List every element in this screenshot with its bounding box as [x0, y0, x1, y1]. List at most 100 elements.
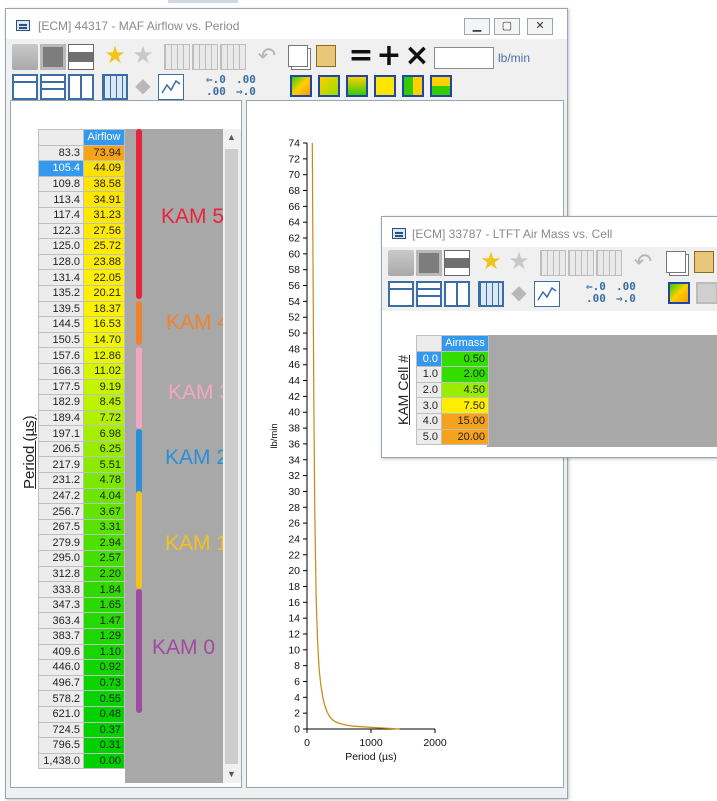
- multiply-icon[interactable]: ×: [404, 41, 430, 71]
- grid-icon-3[interactable]: [596, 250, 622, 276]
- color-scheme-icon-5[interactable]: [402, 75, 424, 97]
- scroll-down-arrow-icon[interactable]: ▼: [224, 767, 239, 782]
- airflow-cell[interactable]: 5.51: [83, 456, 125, 474]
- close-button[interactable]: ✕: [527, 18, 553, 35]
- period-cell[interactable]: 125.0: [38, 238, 84, 255]
- graph-view-icon[interactable]: [534, 281, 560, 307]
- paste-icon[interactable]: [316, 45, 336, 67]
- open-folder-icon[interactable]: [388, 250, 414, 276]
- ltft-title-bar[interactable]: [ECM] 33787 - LTFT Air Mass vs. Cell: [382, 217, 717, 247]
- period-cell[interactable]: 157.6: [38, 347, 84, 364]
- period-cell[interactable]: 105.4: [38, 160, 84, 177]
- kam-cell-index[interactable]: 2.0: [416, 381, 442, 399]
- remove-favorite-star-icon[interactable]: ★: [506, 249, 532, 275]
- period-cell[interactable]: 144.5: [38, 316, 84, 333]
- paste-icon[interactable]: [694, 251, 714, 273]
- add-favorite-star-icon[interactable]: ★: [478, 249, 504, 275]
- table-scrollbar[interactable]: ▲ ▼: [223, 129, 241, 783]
- period-cell[interactable]: 409.6: [38, 643, 84, 661]
- period-cell[interactable]: 312.8: [38, 565, 84, 583]
- scroll-up-arrow-icon[interactable]: ▲: [224, 130, 239, 145]
- airflow-cell[interactable]: 73.94: [83, 144, 125, 162]
- kam-cell-index[interactable]: 3.0: [416, 397, 442, 414]
- period-cell[interactable]: 1,438.0: [38, 752, 84, 770]
- period-cell[interactable]: 383.7: [38, 628, 84, 645]
- airflow-cell[interactable]: 0.55: [83, 690, 125, 707]
- remove-favorite-star-icon[interactable]: ★: [130, 43, 156, 69]
- undo-icon[interactable]: ↶: [630, 249, 656, 275]
- graph-view-icon[interactable]: [158, 74, 184, 100]
- grid-icon-3[interactable]: [220, 44, 246, 70]
- airflow-cell[interactable]: 2.94: [83, 534, 125, 552]
- airflow-cell[interactable]: 0.48: [83, 705, 125, 723]
- period-cell[interactable]: 135.2: [38, 284, 84, 302]
- color-scheme-icon-1[interactable]: [290, 75, 312, 97]
- print-icon[interactable]: [444, 250, 470, 276]
- period-cell[interactable]: 247.2: [38, 487, 84, 505]
- period-cell[interactable]: 231.2: [38, 472, 84, 489]
- airmass-cell[interactable]: 4.50: [441, 381, 489, 399]
- period-cell[interactable]: 166.3: [38, 362, 84, 380]
- airmass-column-header[interactable]: Airmass: [441, 335, 489, 352]
- scrollbar-thumb[interactable]: [225, 149, 238, 764]
- kam-cell-index[interactable]: 4.0: [416, 412, 442, 430]
- airflow-cell[interactable]: 3.31: [83, 518, 125, 536]
- view-layout-3-icon[interactable]: [68, 74, 94, 100]
- period-cell[interactable]: 496.7: [38, 674, 84, 692]
- period-cell[interactable]: 217.9: [38, 456, 84, 474]
- airmass-cell[interactable]: 15.00: [441, 412, 489, 430]
- period-cell[interactable]: 267.5: [38, 518, 84, 536]
- airflow-cell[interactable]: 11.02: [83, 362, 125, 380]
- airmass-cell[interactable]: 0.50: [441, 350, 489, 368]
- airflow-cell[interactable]: 2.20: [83, 565, 125, 583]
- maf-title-bar[interactable]: [ECM] 44317 - MAF Airflow vs. Period ▁ ▢…: [6, 9, 567, 39]
- airflow-cell[interactable]: 3.67: [83, 503, 125, 520]
- value-input[interactable]: [434, 47, 494, 69]
- period-cell[interactable]: 206.5: [38, 440, 84, 458]
- airmass-cell[interactable]: 7.50: [441, 397, 489, 414]
- airflow-cell[interactable]: 27.56: [83, 222, 125, 240]
- kam-cell-index[interactable]: 5.0: [416, 428, 442, 446]
- period-cell[interactable]: 189.4: [38, 409, 84, 427]
- view-layout-3-icon[interactable]: [444, 281, 470, 307]
- period-cell[interactable]: 347.3: [38, 596, 84, 614]
- increase-decimals-icon[interactable]: .00 ⇒.0: [236, 74, 262, 100]
- maximize-button[interactable]: ▢: [494, 18, 520, 35]
- airflow-cell[interactable]: 1.84: [83, 581, 125, 598]
- period-cell[interactable]: 131.4: [38, 269, 84, 286]
- period-cell[interactable]: 621.0: [38, 705, 84, 723]
- airflow-cell[interactable]: 0.73: [83, 674, 125, 692]
- period-cell[interactable]: 578.2: [38, 690, 84, 707]
- period-cell[interactable]: 197.1: [38, 425, 84, 442]
- airflow-cell[interactable]: 0.00: [83, 752, 125, 770]
- airflow-column-header[interactable]: Airflow: [83, 129, 125, 146]
- kam-cell-index[interactable]: 0.0: [416, 350, 442, 368]
- period-cell[interactable]: 139.5: [38, 300, 84, 318]
- airflow-cell[interactable]: 0.92: [83, 659, 125, 676]
- print-icon[interactable]: [68, 44, 94, 70]
- grid-icon-1[interactable]: [164, 44, 190, 70]
- period-cell[interactable]: 279.9: [38, 534, 84, 552]
- color-scheme-icon-1[interactable]: [668, 282, 690, 304]
- airflow-cell[interactable]: 4.78: [83, 472, 125, 489]
- table-corner-cell[interactable]: [416, 335, 442, 352]
- minimize-button[interactable]: ▁: [464, 18, 490, 35]
- period-cell[interactable]: 83.3: [38, 144, 84, 162]
- grid-icon-1[interactable]: [540, 250, 566, 276]
- period-cell[interactable]: 122.3: [38, 222, 84, 240]
- view-layout-1-icon[interactable]: [12, 74, 38, 100]
- copy-icon[interactable]: [666, 251, 686, 273]
- airflow-cell[interactable]: 16.53: [83, 316, 125, 333]
- period-cell[interactable]: 117.4: [38, 206, 84, 224]
- fill-icon[interactable]: ◆: [130, 73, 156, 99]
- airflow-cell[interactable]: 23.88: [83, 253, 125, 271]
- set-equal-icon[interactable]: =: [348, 41, 374, 71]
- airflow-cell[interactable]: 20.21: [83, 284, 125, 302]
- airflow-cell[interactable]: 18.37: [83, 300, 125, 318]
- decrease-decimals-icon[interactable]: ⇐.0.00: [586, 281, 612, 307]
- add-favorite-star-icon[interactable]: ★: [102, 43, 128, 69]
- color-scheme-icon-2[interactable]: [696, 282, 717, 304]
- period-cell[interactable]: 177.5: [38, 378, 84, 396]
- kam-cell-index[interactable]: 1.0: [416, 366, 442, 383]
- airflow-cell[interactable]: 34.91: [83, 191, 125, 208]
